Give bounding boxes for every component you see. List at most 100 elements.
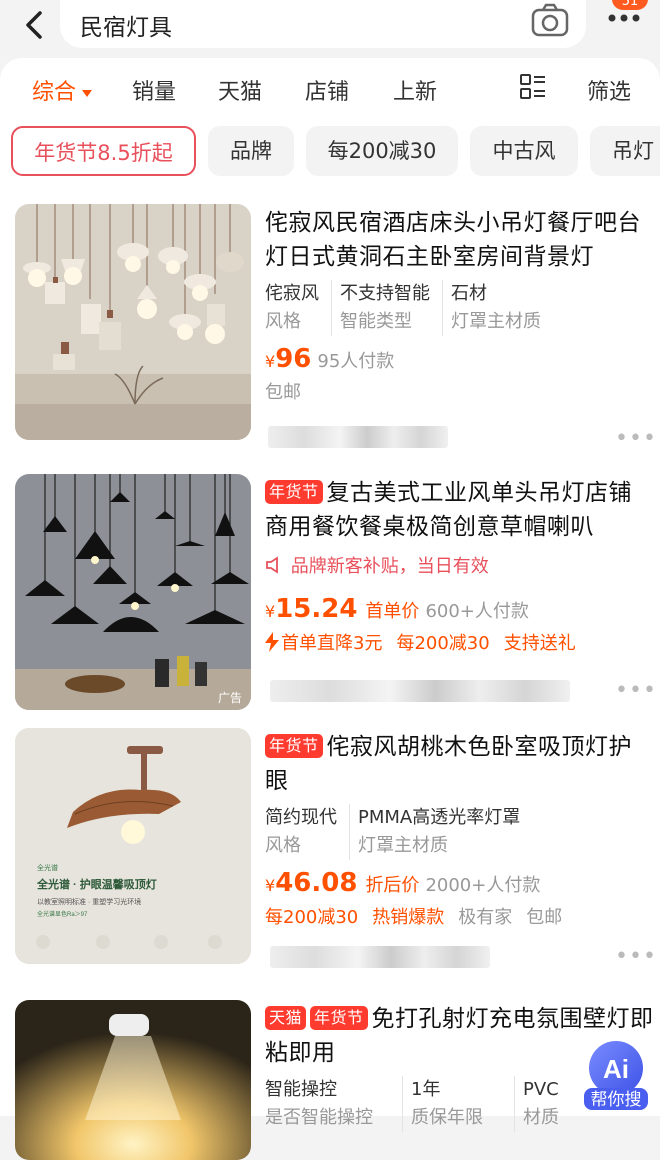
blurred-shop-info [268,426,448,448]
attribute-key: 灯罩主材质 [451,311,541,332]
promo-item: 每200减30 [265,907,359,928]
attribute-value: PMMA高透光率灯罩 [358,807,521,828]
product-title[interactable]: 年货节 复古美式工业风单头吊灯店铺商用餐饮餐桌极简创意草帽喇叭 [265,476,655,544]
attribute-value: 简约现代 [265,807,337,828]
search-box[interactable]: 民宿灯具 [60,0,586,48]
ai-icon: Ai [603,1054,629,1084]
product-card[interactable]: 天猫 年货节 免打孔射灯充电氛围壁灯即粘即用 智能操控 是否智能操控 1年 质保年限 P… [0,1000,660,1160]
price: 46.08 [275,868,358,898]
sort-tab-shop[interactable]: 店铺 [305,74,349,106]
filter-button[interactable]: 筛选 [587,74,631,106]
product-info: 年货节 侘寂风胡桃木色卧室吸顶灯护眼 简约现代风格 PMMA高透光率灯罩 灯罩主材质… [265,730,655,933]
attribute: PVC 材质 [523,1076,571,1132]
more-options-icon[interactable]: ••• [615,944,657,969]
promo-item: 首单直降3元 [281,633,383,654]
attribute: 简约现代 风格 [265,804,350,860]
sort-tab-new[interactable]: 上新 [393,74,437,106]
lightning-icon [265,632,279,652]
attribute-key: 风格 [265,835,301,856]
ai-search-button[interactable]: Ai 帮你搜 [582,1038,650,1110]
chip-new-year-sale[interactable]: 年货节8.5折起 [11,126,196,176]
attribute: PMMA高透光率灯罩 灯罩主材质 [358,804,532,860]
promo-item: 每200减30 [396,633,490,654]
product-attributes: 简约现代风格 PMMA高透光率灯罩 灯罩主材质 [265,804,655,860]
speaker-icon [266,556,278,574]
price-label: 首单价 [365,601,420,622]
attribute-key: 智能类型 [340,311,412,332]
price: 15.24 [275,594,358,624]
ai-caption: 帮你搜 [591,1090,642,1109]
product-card[interactable]: 全光谱 全光谱 · 护眼温馨吸顶灯 以教室照明标准 · 重塑学习光环境 全光谱显… [0,728,660,990]
blurred-shop-info [270,680,570,702]
price-row: ¥46.08 折后价 2000+人付款 [265,868,541,898]
sort-tab-tmall[interactable]: 天猫 [218,74,262,106]
tag-tmall: 天猫 [265,1006,307,1030]
caret-down-icon [82,89,93,97]
price-label: 折后价 [365,875,420,896]
product-attributes: 侘寂风风格 不支持智能智能类型 石材灯罩主材质 [265,280,655,336]
back-arrow-icon[interactable] [16,6,56,46]
sort-tab-sales[interactable]: 销量 [132,74,176,106]
product-info: 侘寂风民宿酒店床头小吊灯餐厅吧台灯日式黄洞石主卧室房间背景灯 侘寂风风格 不支持… [265,206,655,407]
product-info: 年货节 复古美式工业风单头吊灯店铺商用餐饮餐桌极简创意草帽喇叭 品牌新客补贴，当日… [265,476,655,659]
thumb-small-text: 全光谱 [37,863,58,872]
promo-item: 热销爆款 [372,907,445,928]
chip-brand[interactable]: 品牌 [208,126,294,176]
blurred-shop-info [270,946,490,968]
product-image[interactable] [15,1000,251,1160]
product-image[interactable] [15,204,251,440]
layout-toggle-icon[interactable] [519,72,547,102]
camera-icon[interactable] [530,2,570,38]
product-card[interactable]: 侘寂风民宿酒店床头小吊灯餐厅吧台灯日式黄洞石主卧室房间背景灯 侘寂风风格 不支持… [0,204,660,464]
attribute-value: 智能操控 [265,1079,337,1100]
tag-new-year: 年货节 [310,1006,368,1030]
tag-new-year: 年货节 [265,734,323,758]
attribute-key: 材质 [523,1107,559,1128]
attribute-value: 不支持智能 [340,283,430,304]
product-image[interactable]: 广告 [15,474,251,710]
product-list: 侘寂风民宿酒店床头小吊灯餐厅吧台灯日式黄洞石主卧室房间背景灯 侘寂风风格 不支持… [0,190,660,1160]
attribute-key: 是否智能操控 [265,1107,373,1128]
attribute-value: PVC [523,1079,559,1100]
tag-new-year: 年货节 [265,480,323,504]
sold-count: 2000+人付款 [425,875,541,896]
thumb-ra-text: 全光谱显色Ra＞97 [37,910,88,918]
product-image[interactable]: 全光谱 全光谱 · 护眼温馨吸顶灯 以教室照明标准 · 重塑学习光环境 全光谱显… [15,728,251,964]
sort-tab-default[interactable]: 综合 [32,74,93,106]
thumb-sub-text: 以教室照明标准 · 重塑学习光环境 [37,897,141,906]
more-options-icon[interactable]: ••• [615,678,657,703]
chip-discount[interactable]: 每200减30 [306,126,458,176]
product-title[interactable]: 侘寂风民宿酒店床头小吊灯餐厅吧台灯日式黄洞石主卧室房间背景灯 [265,206,655,274]
product-card[interactable]: 广告 年货节 复古美式工业风单头吊灯店铺商用餐饮餐桌极简创意草帽喇叭 品牌新客补贴… [0,474,660,722]
top-bar: 民宿灯具 51 [0,0,660,60]
sold-count: 600+人付款 [425,601,529,622]
attribute-key: 质保年限 [411,1107,483,1128]
service-item: 极有家 [458,907,513,928]
promo-row: 每200减30 热销爆款 极有家 包邮 [265,903,655,933]
sort-bar: 综合 销量 天猫 店铺 上新 筛选 [0,58,660,118]
attribute: 石材 灯罩主材质 [451,280,553,336]
shipping-label: 包邮 [265,382,301,403]
attribute-value: 侘寂风 [265,283,319,304]
attribute-value: 1年 [411,1079,441,1100]
product-title[interactable]: 年货节 侘寂风胡桃木色卧室吸顶灯护眼 [265,730,655,798]
attribute: 1年质保年限 [411,1076,515,1132]
search-query[interactable]: 民宿灯具 [80,8,172,42]
thumb-brand-text: 全光谱 · 护眼温馨吸顶灯 [36,877,157,891]
attribute-key: 风格 [265,311,301,332]
attribute-value: 石材 [451,283,487,304]
brand-notice: 品牌新客补贴，当日有效 [265,552,655,582]
attribute: 不支持智能 智能类型 [340,280,443,336]
service-item: 包邮 [526,907,563,928]
price-row: ¥15.24 首单价 600+人付款 [265,594,529,624]
price: 96 [275,344,312,374]
attribute-key: 灯罩主材质 [358,835,448,856]
notice-text: 品牌新客补贴，当日有效 [290,556,489,577]
attribute: 侘寂风 风格 [265,280,332,336]
sold-count: 95人付款 [317,351,395,372]
more-options-icon[interactable]: ••• [615,426,657,451]
price-row: ¥96 95人付款 [265,344,395,374]
ad-label: 广告 [218,691,242,705]
chip-vintage-style[interactable]: 中古风 [470,126,578,176]
chip-pendant-lamp[interactable]: 吊灯 [590,126,660,176]
